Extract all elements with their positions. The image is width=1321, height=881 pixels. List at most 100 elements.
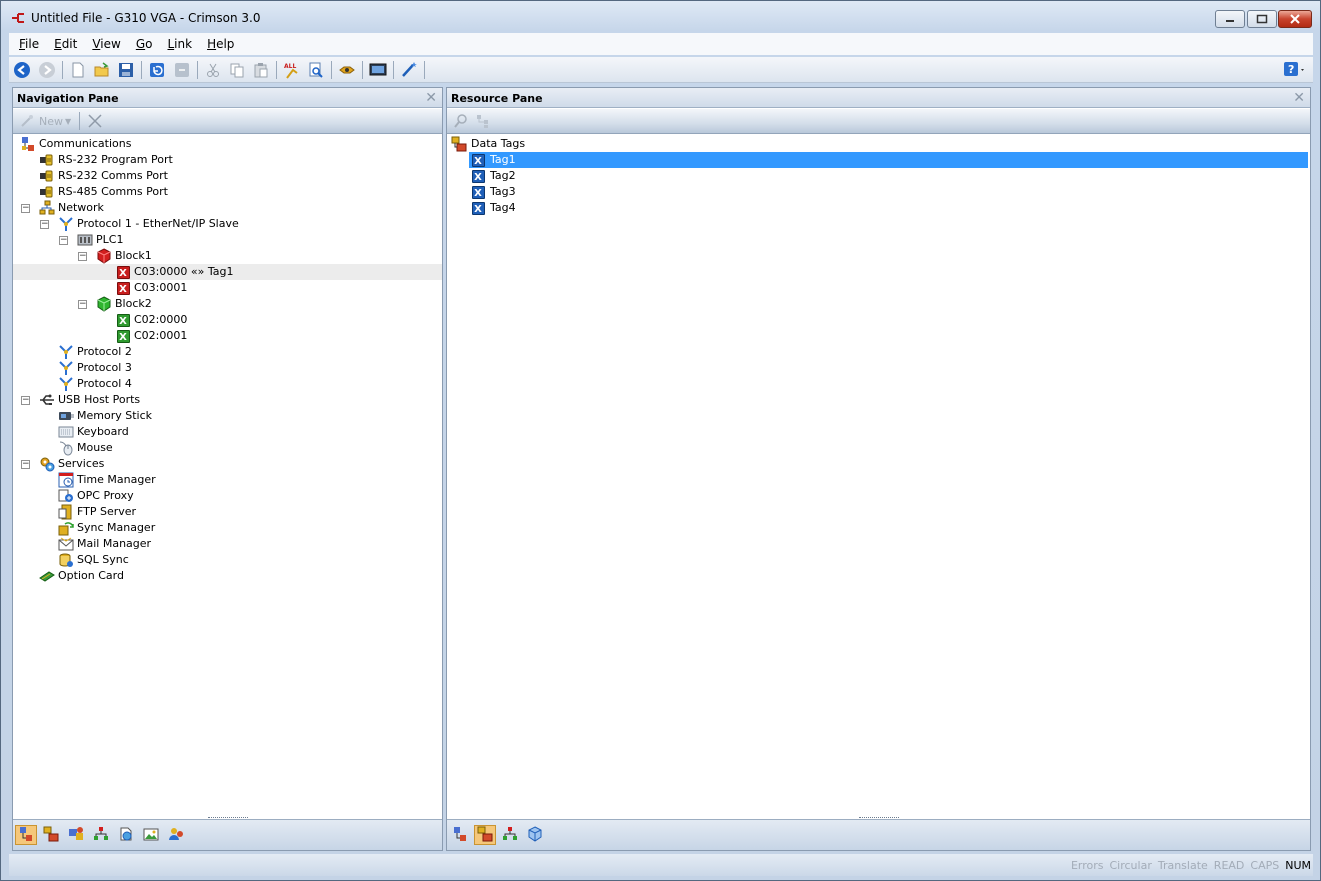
menu-go[interactable]: Go: [131, 37, 158, 51]
block-red-icon: [96, 248, 112, 264]
tree-item-keyboard[interactable]: Keyboard: [13, 424, 442, 440]
tags-view-button[interactable]: [474, 825, 496, 845]
help-button[interactable]: ?: [1282, 61, 1308, 79]
communications-icon: [20, 136, 36, 152]
tree-item-memory-stick[interactable]: Memory Stick: [13, 408, 442, 424]
tree-item-block2[interactable]: − Block2: [13, 296, 442, 312]
collapse-toggle-icon[interactable]: −: [21, 204, 30, 213]
copy-button[interactable]: [228, 61, 246, 79]
tree-item-block1[interactable]: − Block1: [13, 248, 442, 264]
web-view-button[interactable]: [115, 825, 137, 845]
navigation-pane-title: Navigation Pane: [17, 92, 119, 105]
find-all-button[interactable]: ALL: [283, 61, 301, 79]
wand-button[interactable]: [400, 61, 418, 79]
undo-button[interactable]: [148, 61, 166, 79]
comms-view-button[interactable]: [449, 825, 471, 845]
tree-item-label: Communications: [39, 137, 132, 150]
maximize-button[interactable]: [1247, 10, 1277, 28]
close-button[interactable]: [1278, 10, 1312, 28]
resource-item-tag4[interactable]: X Tag4: [447, 200, 1310, 216]
menu-help[interactable]: Help: [202, 37, 239, 51]
redo-icon: [175, 63, 189, 77]
x-blue-icon: X: [470, 200, 486, 216]
forward-button[interactable]: [38, 61, 56, 79]
cube-view-button[interactable]: [524, 825, 546, 845]
resource-item-tag1[interactable]: X Tag1: [469, 152, 1308, 168]
tree-item-protocol-3[interactable]: Protocol 3: [13, 360, 442, 376]
tree-item-opc-proxy[interactable]: OPC Proxy: [13, 488, 442, 504]
web-view-icon: [118, 826, 134, 845]
program-view-button[interactable]: [499, 825, 521, 845]
tree-item-protocol-1-ethernet-ip-slave[interactable]: − Protocol 1 - EtherNet/IP Slave: [13, 216, 442, 232]
tree-item-services[interactable]: − Services: [13, 456, 442, 472]
menu-edit[interactable]: Edit: [49, 37, 82, 51]
x-blue-icon: X: [470, 168, 486, 184]
tree-item-protocol-2[interactable]: Protocol 2: [13, 344, 442, 360]
resource-find-button[interactable]: [453, 113, 469, 132]
tree-item-sync-manager[interactable]: Sync Manager: [13, 520, 442, 536]
comms-view-icon: [18, 826, 34, 845]
tree-item-mouse[interactable]: Mouse: [13, 440, 442, 456]
collapse-toggle-icon[interactable]: −: [59, 236, 68, 245]
tree-item-label: Mouse: [77, 441, 113, 454]
tree-item-sql-sync[interactable]: SQL Sync: [13, 552, 442, 568]
cut-button[interactable]: [204, 61, 222, 79]
resource-item-tag3[interactable]: X Tag3: [447, 184, 1310, 200]
find-button[interactable]: [307, 61, 325, 79]
resource-pane-close-icon[interactable]: ✕: [1293, 90, 1305, 106]
collapse-toggle-icon[interactable]: −: [78, 300, 87, 309]
tree-item-protocol-4[interactable]: Protocol 4: [13, 376, 442, 392]
new-file-button[interactable]: [69, 61, 87, 79]
tree-item-c03-0001[interactable]: X C03:0001: [13, 280, 442, 296]
menu-link[interactable]: Link: [162, 37, 197, 51]
tree-item-rs-232-comms-port[interactable]: RS-232 Comms Port: [13, 168, 442, 184]
resource-tree-button[interactable]: [475, 113, 491, 132]
tree-item-mail-manager[interactable]: Mail Manager: [13, 536, 442, 552]
tree-item-communications[interactable]: Communications: [13, 136, 442, 152]
program-view-button[interactable]: [90, 825, 112, 845]
link-button[interactable]: [338, 61, 356, 79]
resource-item-tag2[interactable]: X Tag2: [447, 168, 1310, 184]
tags-view-button[interactable]: [40, 825, 62, 845]
resource-item-data-tags[interactable]: Data Tags: [447, 136, 1310, 152]
new-dropdown-button[interactable]: New ▼: [19, 113, 71, 129]
menu-view[interactable]: View: [87, 37, 125, 51]
block-green-icon: [96, 296, 112, 312]
minimize-button[interactable]: [1215, 10, 1245, 28]
tree-item-ftp-server[interactable]: FTP Server: [13, 504, 442, 520]
collapse-toggle-icon[interactable]: −: [21, 460, 30, 469]
delete-button[interactable]: [86, 112, 104, 133]
title-bar[interactable]: Untitled File - G310 VGA - Crimson 3.0: [1, 1, 1320, 33]
display-view-button[interactable]: [65, 825, 87, 845]
back-button[interactable]: [13, 61, 31, 79]
tree-item-time-manager[interactable]: Time Manager: [13, 472, 442, 488]
tree-item-c02-0001[interactable]: X C02:0001: [13, 328, 442, 344]
collapse-toggle-icon[interactable]: −: [78, 252, 87, 261]
app-window: Untitled File - G310 VGA - Crimson 3.0 F…: [0, 0, 1321, 881]
open-file-button[interactable]: [93, 61, 111, 79]
tree-item-c03-0000-tag1[interactable]: X C03:0000 «» Tag1: [13, 264, 442, 280]
resize-grip[interactable]: [858, 817, 899, 820]
navigation-pane-close-icon[interactable]: ✕: [425, 90, 437, 106]
tree-item-c02-0000[interactable]: X C02:0000: [13, 312, 442, 328]
paste-button[interactable]: [252, 61, 270, 79]
navigation-pane-toolbar: New ▼: [13, 109, 442, 134]
tree-item-label: Protocol 4: [77, 377, 132, 390]
tree-item-plc1[interactable]: − PLC1: [13, 232, 442, 248]
comms-view-button[interactable]: [15, 825, 37, 845]
tree-item-network[interactable]: − Network: [13, 200, 442, 216]
opc-proxy-icon: [58, 488, 74, 504]
resize-grip[interactable]: [207, 817, 248, 820]
tree-item-rs-485-comms-port[interactable]: RS-485 Comms Port: [13, 184, 442, 200]
collapse-toggle-icon[interactable]: −: [40, 220, 49, 229]
collapse-toggle-icon[interactable]: −: [21, 396, 30, 405]
user-view-button[interactable]: [165, 825, 187, 845]
image-view-button[interactable]: [140, 825, 162, 845]
save-button[interactable]: [117, 61, 135, 79]
tree-item-usb-host-ports[interactable]: − USB Host Ports: [13, 392, 442, 408]
menu-file[interactable]: File: [14, 37, 44, 51]
monitor-button[interactable]: [369, 61, 387, 79]
redo-button[interactable]: [173, 61, 191, 79]
tree-item-option-card[interactable]: Option Card: [13, 568, 442, 584]
tree-item-rs-232-program-port[interactable]: RS-232 Program Port: [13, 152, 442, 168]
